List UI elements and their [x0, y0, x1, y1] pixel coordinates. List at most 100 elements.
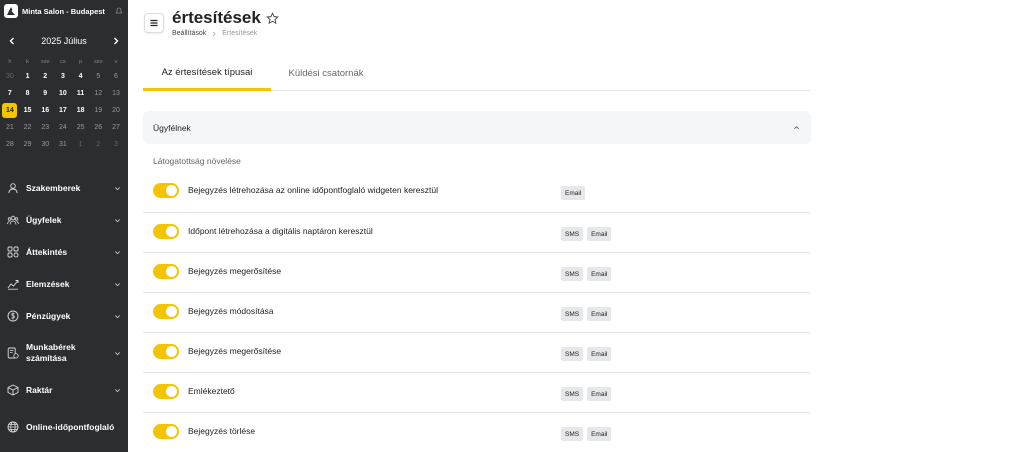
sidebar-item-label: Raktár: [26, 384, 53, 395]
calendar-day[interactable]: 29: [19, 141, 37, 148]
sidebar-item-user[interactable]: Szakemberek: [0, 172, 128, 204]
calendar-week-row: 14 15 16 17 18 19 20: [0, 102, 128, 119]
notification-toggle[interactable]: [153, 224, 179, 239]
channel-badge-sms: SMS: [561, 387, 584, 401]
calendar-day[interactable]: 23: [36, 124, 54, 131]
calendar-day[interactable]: 16: [36, 107, 54, 114]
menu-toggle-button[interactable]: [144, 13, 164, 33]
notification-label: Időpont létrehozása a digitális naptáron…: [188, 226, 373, 236]
notification-toggle[interactable]: [153, 264, 179, 279]
calendar-day[interactable]: 7: [1, 90, 19, 97]
calendar-day[interactable]: 2: [36, 73, 54, 80]
notification-label: Bejegyzés törlése: [188, 426, 256, 436]
tab-sending-channels[interactable]: Küldési csatornák: [271, 56, 381, 91]
tab-notification-types[interactable]: Az értesítések típusai: [143, 56, 271, 91]
channel-badge-email: Email: [587, 227, 612, 241]
calendar-prev-icon[interactable]: [6, 35, 18, 47]
calendar-day[interactable]: 15: [19, 107, 37, 114]
calendar-day[interactable]: 31: [54, 141, 72, 148]
notification-toggle[interactable]: [153, 183, 179, 198]
calendar-day[interactable]: 4: [72, 73, 90, 80]
star-icon[interactable]: [265, 11, 279, 25]
toggle-knob: [166, 266, 177, 277]
notification-row: Emlékeztető SMS Email: [143, 373, 811, 413]
sidebar-item-chart[interactable]: Elemzések: [0, 268, 128, 300]
notification-row: Bejegyzés megerősítése SMS Email: [143, 333, 811, 373]
calendar-day[interactable]: 18: [72, 107, 90, 114]
calendar-day[interactable]: 1: [19, 73, 37, 80]
hamburger-icon: [150, 19, 158, 27]
calendar-day[interactable]: 26: [89, 124, 107, 131]
calendar-week-row: 30 1 2 3 4 5 6: [0, 68, 128, 85]
sidebar-item-grid[interactable]: Áttekintés: [0, 236, 128, 268]
calendar-weekday: h: [8, 59, 12, 65]
calendar-day[interactable]: 17: [54, 107, 72, 114]
notification-list: Bejegyzés létrehozása az online időpontf…: [143, 172, 811, 452]
calendar-day[interactable]: 22: [19, 124, 37, 131]
channel-badges: SMS Email: [561, 347, 612, 361]
calendar-day[interactable]: 28: [1, 141, 19, 148]
calendar-day[interactable]: 20: [107, 107, 125, 114]
calendar-next-icon[interactable]: [110, 35, 122, 47]
notification-row: Bejegyzés megerősítése SMS Email: [143, 253, 811, 293]
calendar-day[interactable]: 5: [89, 73, 107, 80]
sidebar-item-payroll[interactable]: Munkabérek számítása: [0, 332, 128, 374]
bell-icon[interactable]: [114, 6, 124, 16]
sidebar-item-users[interactable]: Ügyfelek: [0, 204, 128, 236]
sidebar-item-globe[interactable]: Online-időpontfoglaló: [0, 406, 128, 448]
calendar-day[interactable]: 10: [54, 90, 72, 97]
salon-header[interactable]: Minta Salon - Budapest: [0, 0, 128, 22]
breadcrumb-chevron-icon: [211, 31, 217, 37]
notification-label: Bejegyzés megerősítése: [188, 266, 282, 276]
section-title: Ügyfélnek: [153, 122, 191, 133]
notification-toggle[interactable]: [153, 384, 179, 399]
chevron-up-icon: [793, 124, 801, 132]
calendar-day-today[interactable]: 14: [2, 103, 18, 118]
sidebar-item-box[interactable]: Raktár: [0, 374, 128, 406]
calendar-day[interactable]: 3: [54, 73, 72, 80]
box-icon: [6, 384, 19, 397]
calendar-grid: h k sze cs p szo v 30 1 2 3 4 5 6 7 8 9 10 11 12 13 14 15 16 17 1…: [0, 56, 128, 153]
calendar-day[interactable]: 30: [1, 73, 19, 80]
calendar-day[interactable]: 3: [107, 141, 125, 148]
channel-badges: SMS Email: [561, 227, 612, 241]
breadcrumb-current: Értesítések: [222, 30, 258, 37]
channel-badge-email: Email: [587, 347, 612, 361]
calendar-month-title[interactable]: 2025 Július: [41, 36, 87, 46]
sidebar-item-coin[interactable]: Pénzügyek: [0, 300, 128, 332]
notification-toggle[interactable]: [153, 344, 179, 359]
notification-toggle[interactable]: [153, 424, 179, 439]
sidebar-item-label: Munkabérek számítása: [26, 342, 76, 363]
notification-label: Bejegyzés megerősítése: [188, 346, 282, 356]
calendar-day[interactable]: 9: [36, 90, 54, 97]
notification-toggle[interactable]: [153, 304, 179, 319]
chevron-down-icon: [114, 312, 122, 320]
calendar-day[interactable]: 12: [89, 90, 107, 97]
tabs: Az értesítések típusai Küldési csatornák: [143, 56, 811, 91]
notification-label: Emlékeztető: [188, 386, 235, 396]
notification-label: Bejegyzés módosítása: [188, 306, 274, 316]
notification-row: Időpont létrehozása a digitális naptáron…: [143, 213, 811, 253]
payroll-icon: [6, 347, 19, 360]
calendar-day[interactable]: 11: [72, 90, 90, 97]
group-label: Látogatottság növelése: [153, 156, 241, 166]
calendar-day[interactable]: 24: [54, 124, 72, 131]
calendar-day[interactable]: 1: [72, 141, 90, 148]
calendar-day[interactable]: 19: [89, 107, 107, 114]
calendar-day[interactable]: 2: [89, 141, 107, 148]
breadcrumb-parent[interactable]: Beállítások: [172, 30, 206, 37]
calendar-day[interactable]: 30: [36, 141, 54, 148]
calendar-day[interactable]: 8: [19, 90, 37, 97]
channel-badge-email: Email: [587, 427, 612, 441]
channel-badges: SMS Email: [561, 387, 612, 401]
calendar-day[interactable]: 21: [1, 124, 19, 131]
calendar-day[interactable]: 13: [107, 90, 125, 97]
toggle-knob: [166, 306, 177, 317]
calendar-day[interactable]: 25: [72, 124, 90, 131]
section-header-client[interactable]: Ügyfélnek: [143, 111, 811, 144]
notification-row: Bejegyzés módosítása SMS Email: [143, 293, 811, 333]
calendar-day[interactable]: 6: [107, 73, 125, 80]
calendar-day[interactable]: 27: [107, 124, 125, 131]
channel-badge-email: Email: [587, 387, 612, 401]
notification-label: Bejegyzés létrehozása az online időpontf…: [188, 185, 438, 195]
